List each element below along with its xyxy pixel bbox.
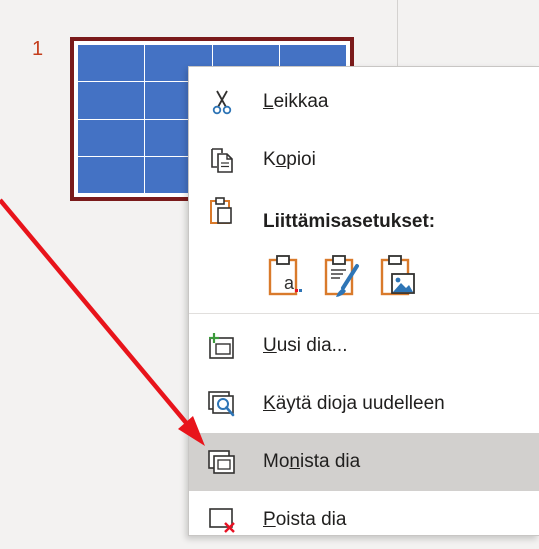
paste-options-row: a [265,253,425,305]
menu-item-label: Poista dia [263,509,347,530]
menu-item-label: Monista dia [263,451,361,472]
menu-item-reuse-slides[interactable]: Käytä dioja uudelleen [189,375,539,433]
paste-options-header: Liittämisasetukset: [189,189,539,247]
menu-item-new-slide[interactable]: Uusi dia... [189,317,539,375]
scissors-icon [212,90,232,115]
duplicate-slide-icon [208,450,235,474]
svg-text:a: a [284,273,295,293]
menu-item-label: Kopioi [263,149,316,170]
menu-item-label: Uusi dia... [263,335,348,356]
paste-picture-icon[interactable] [377,253,417,301]
menu-item-delete-slide[interactable]: Poista dia [189,491,539,549]
paste-options-label: Liittämisasetukset: [263,211,436,232]
menu-item-label: Leikkaa [263,91,329,112]
menu-item-copy[interactable]: Kopioi [189,131,539,189]
slide-number: 1 [32,38,44,60]
menu-separator [189,313,539,314]
menu-item-duplicate-slide[interactable]: Monista dia [189,433,539,491]
context-menu: Leikkaa Kopioi Liittämisasetukset: a Uus… [188,66,539,536]
menu-item-label: Käytä dioja uudelleen [263,393,445,414]
menu-item-cut[interactable]: Leikkaa [189,73,539,131]
paste-keep-text-only-icon[interactable]: a [265,253,305,301]
delete-slide-icon [209,508,235,533]
paste-use-destination-theme-icon[interactable] [321,253,361,301]
copy-icon [211,148,233,173]
reuse-slides-icon [208,391,235,417]
new-slide-icon [209,333,234,359]
clipboard-icon [210,197,232,224]
